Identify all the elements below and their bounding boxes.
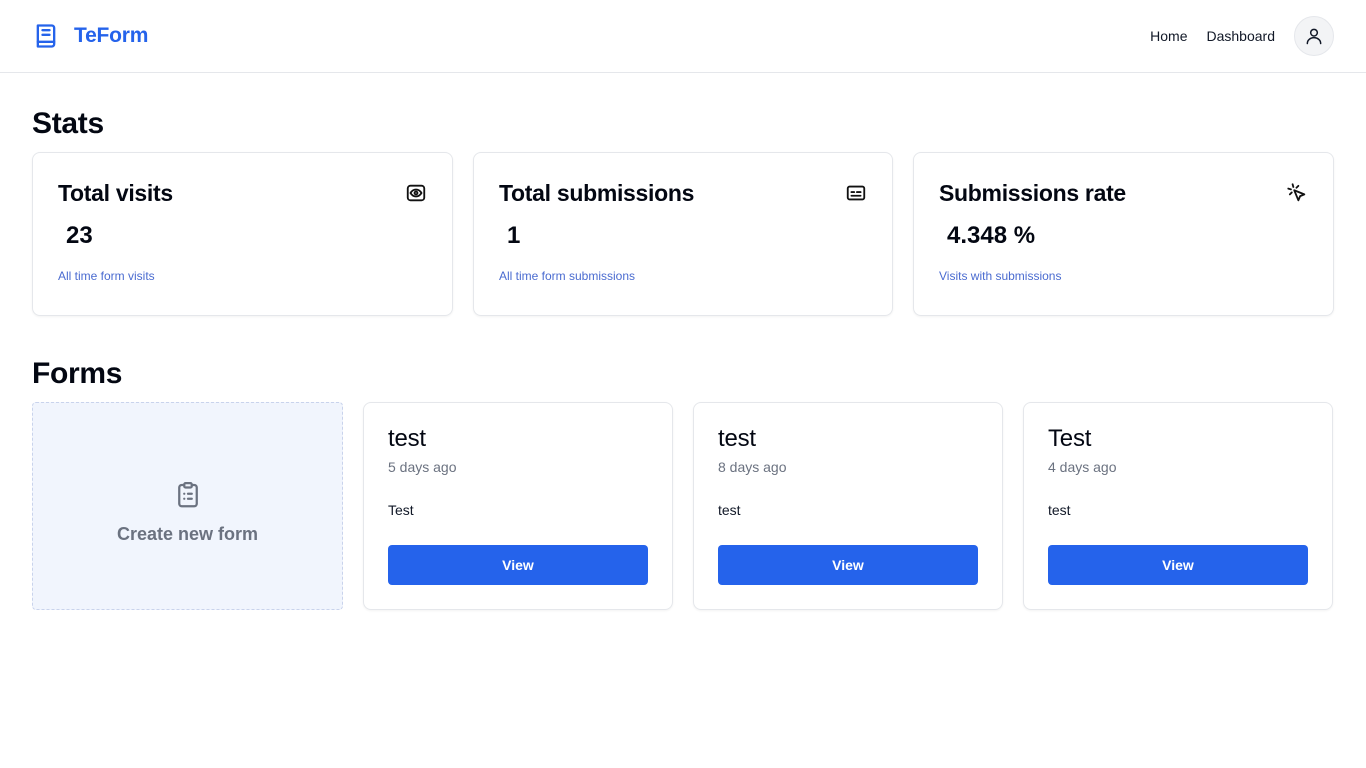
stat-card-submissions-rate: Submissions rate 4.348 % Visits with sub… [913,152,1334,316]
clipboard-icon [177,481,198,507]
top-navbar: TeForm Home Dashboard [0,0,1366,73]
stat-value: 1 [507,222,521,249]
stats-heading: Stats [32,107,104,140]
view-form-button[interactable]: View [1048,545,1308,585]
form-name: test [718,425,756,452]
form-card: test 8 days ago test View [693,402,1003,610]
form-created-time: 8 days ago [718,459,787,475]
main-content: Stats Total visits 23 All time form visi… [0,106,1366,610]
stats-row: Total visits 23 All time form visits Tot… [32,152,1334,316]
stat-value: 4.348 % [947,222,1036,249]
book-icon [36,24,56,48]
stat-card-total-submissions: Total submissions 1 All time form submis… [473,152,893,316]
form-name: Test [1048,425,1092,452]
stat-value: 23 [66,222,93,249]
stat-label: Total submissions [499,179,695,206]
eye-icon [406,184,426,202]
form-name: test [388,425,426,452]
create-new-form-button[interactable]: Create new form [32,402,343,610]
stat-caption: All time form visits [58,269,155,283]
stat-label: Total visits [58,179,173,206]
user-avatar-button[interactable] [1294,16,1334,56]
stat-caption: All time form submissions [499,269,636,283]
form-description: Test [388,502,414,518]
nav-home-link[interactable]: Home [1150,28,1187,44]
form-description: test [1048,502,1071,518]
form-card: Test 4 days ago test View [1023,402,1333,610]
stat-card-total-visits: Total visits 23 All time form visits [32,152,453,316]
create-new-form-label: Create new form [116,523,259,544]
nav-dashboard-link[interactable]: Dashboard [1207,28,1276,44]
view-form-button[interactable]: View [718,545,978,585]
form-created-time: 4 days ago [1048,459,1117,475]
brand-logo-link[interactable]: TeForm [32,22,148,50]
form-created-time: 5 days ago [388,459,457,475]
view-form-button[interactable]: View [388,545,648,585]
brand-name: TeForm [74,24,149,47]
form-card: test 5 days ago Test View [363,402,673,610]
form-description: test [718,502,741,518]
stat-caption: Visits with submissions [939,269,1062,283]
id-card-icon [846,185,866,201]
user-icon [1306,28,1322,45]
main-nav: Home Dashboard [1150,16,1334,56]
cursor-click-icon [1287,183,1306,202]
forms-heading: Forms [32,357,123,390]
forms-row: Create new form test 5 days ago Test Vie… [32,402,1334,610]
stat-label: Submissions rate [939,179,1126,206]
